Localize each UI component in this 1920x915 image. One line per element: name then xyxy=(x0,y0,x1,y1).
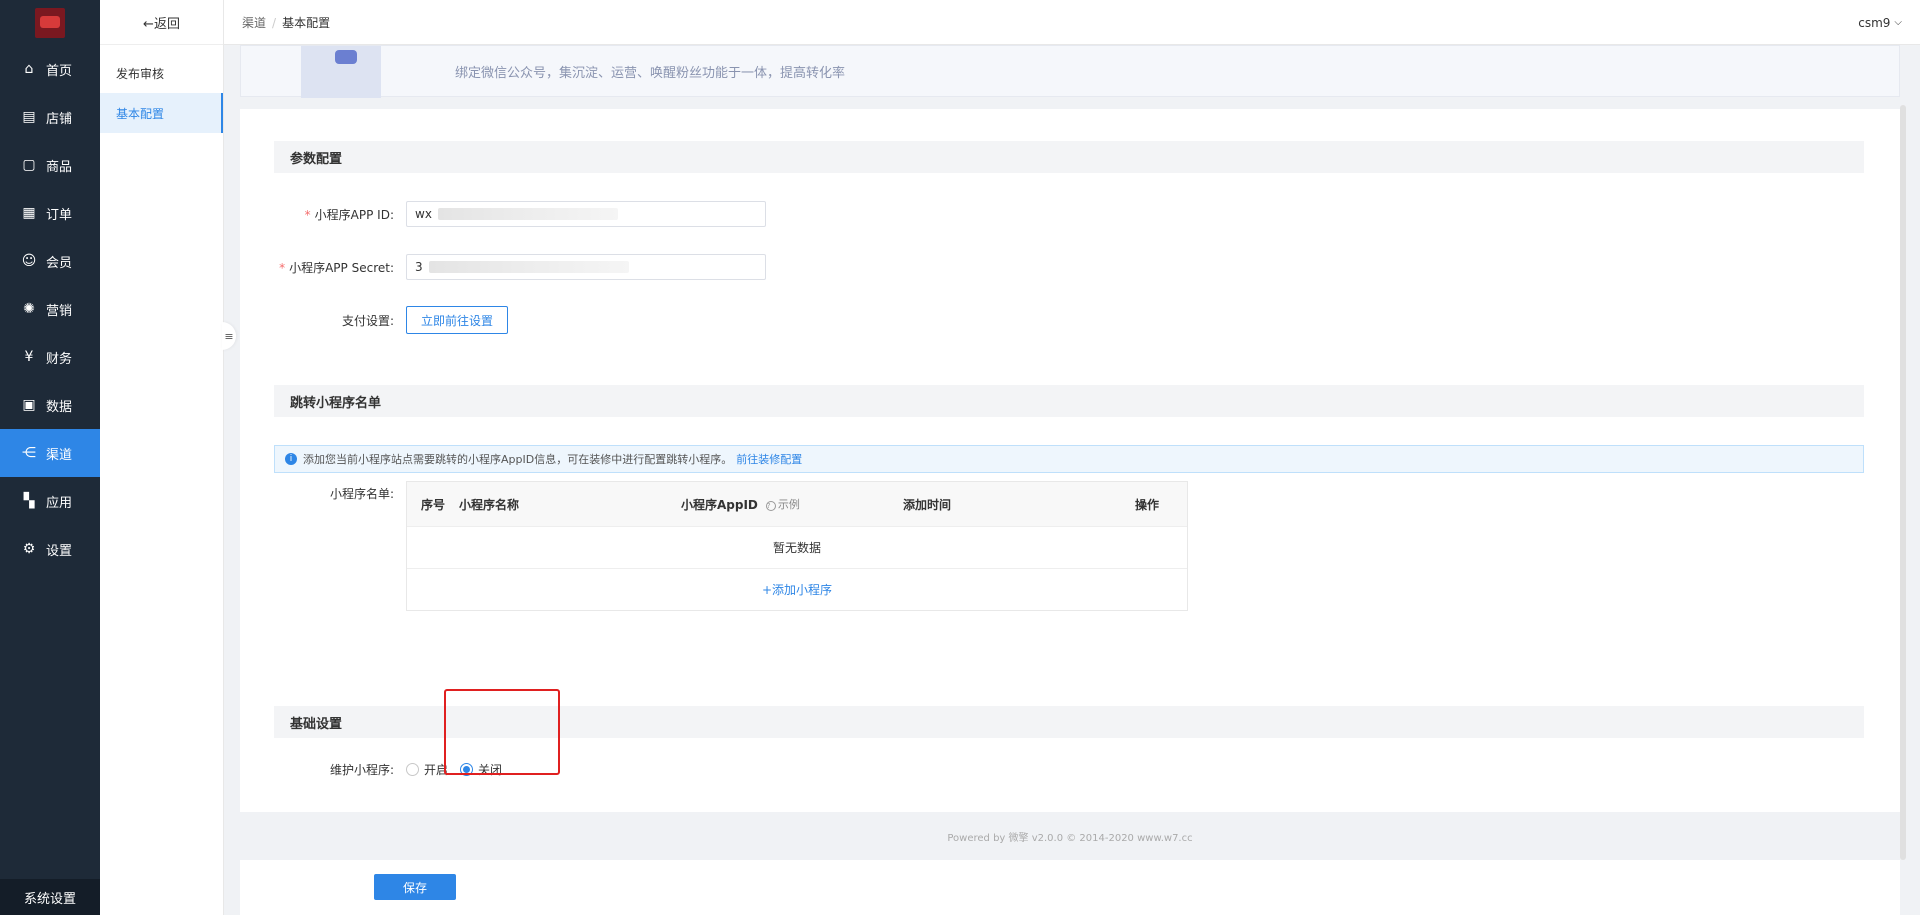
column-header: 序号 xyxy=(421,497,446,512)
column-header: 小程序名称 xyxy=(459,497,520,512)
breadcrumb: 渠道 / 基本配置 xyxy=(242,14,330,31)
app-icon: ▚ xyxy=(23,493,35,509)
radio-circle xyxy=(406,763,419,776)
nav-item-label: 渠道 xyxy=(46,447,73,463)
nav-item-marketing[interactable]: ✺ 营销 xyxy=(0,285,100,333)
nav-item-goods[interactable]: ▢ 商品 xyxy=(0,141,100,189)
banner-text: 绑定微信公众号，集沉淀、运营、唤醒粉丝功能于一体，提高转化率 xyxy=(455,66,846,81)
appid-value: wx xyxy=(415,207,432,221)
main-nav: ⌂ 首页 ▤ 店铺 ▢ 商品 ▦ 订单 ☺ 会员 ✺ 营销 ¥ 财务 ▣ 数据 ⋲ 渠道 ▚ 应用 … xyxy=(0,0,100,915)
marketing-icon: ✺ xyxy=(23,301,35,317)
powered-by-footer: Powered by 微擎 v2.0.0 © 2014-2020 www.w7.… xyxy=(947,833,1193,844)
subnav-item-basic-config[interactable]: 基本配置 xyxy=(100,93,223,133)
section-title-jump: 跳转小程序名单 xyxy=(274,385,1864,417)
nav-item-label: 应用 xyxy=(46,495,73,511)
masked-value xyxy=(428,261,629,273)
nav-item-label: 首页 xyxy=(46,63,73,79)
nav-item-label: 店铺 xyxy=(46,111,73,127)
breadcrumb-item-current: 基本配置 xyxy=(282,15,331,30)
nav-item-label: 财务 xyxy=(46,351,73,367)
secret-label: * 小程序APP Secret: xyxy=(279,260,394,275)
data-icon: ▣ xyxy=(22,397,36,413)
chevron-down-icon: ⌵ xyxy=(1894,17,1902,28)
radio-open[interactable]: 开启 xyxy=(406,761,448,778)
empty-row: 暂无数据 xyxy=(407,526,1187,568)
pay-row: 支付设置: 立即前往设置 xyxy=(254,306,509,334)
secret-input[interactable]: 3 xyxy=(406,254,766,280)
home-icon: ⌂ xyxy=(24,61,34,77)
logo[interactable] xyxy=(0,0,100,45)
info-icon: i xyxy=(285,453,297,465)
breadcrumb-separator: / xyxy=(272,15,277,30)
settings-icon: ⚙ xyxy=(22,541,36,557)
finance-icon: ¥ xyxy=(24,349,34,365)
secret-value: 3 xyxy=(415,260,423,274)
scrollbar[interactable] xyxy=(1900,105,1906,860)
nav-item-label: 营销 xyxy=(46,303,73,319)
info-text: 添加您当前小程序站点需要跳转的小程序AppID信息，可在装修中进行配置跳转小程序… xyxy=(303,453,733,466)
collapse-menu-icon[interactable]: ≡ xyxy=(222,322,236,350)
add-miniprogram-button[interactable]: +添加小程序 xyxy=(407,568,1187,610)
list-label-row: 小程序名单: xyxy=(254,485,406,502)
column-header: 添加时间 xyxy=(903,497,952,512)
nav-item-label: 会员 xyxy=(46,255,73,271)
channel-banner: 绑定微信公众号，集沉淀、运营、唤醒粉丝功能于一体，提高转化率 xyxy=(240,45,1900,98)
username: csm9 xyxy=(1858,15,1891,30)
required-mark: * xyxy=(304,207,311,222)
nav-item-data[interactable]: ▣ 数据 xyxy=(0,381,100,429)
back-button[interactable]: ←返回 xyxy=(100,0,223,45)
column-header: 小程序AppID? 示例 xyxy=(681,496,800,512)
breadcrumb-item-channel[interactable]: 渠道 xyxy=(242,16,266,30)
appid-row: * 小程序APP ID: wx xyxy=(254,201,766,227)
member-icon: ☺ xyxy=(21,253,37,269)
appid-label: * 小程序APP ID: xyxy=(304,207,394,222)
user-menu[interactable]: csm9 ⌵ xyxy=(1858,0,1902,45)
top-header: 渠道 / 基本配置 csm9 ⌵ xyxy=(224,0,1920,45)
nav-item-label: 设置 xyxy=(46,543,73,559)
nav-item-finance[interactable]: ¥ 财务 xyxy=(0,333,100,381)
order-icon: ▦ xyxy=(22,205,36,221)
sub-nav: ←返回 发布审核 基本配置 xyxy=(100,0,224,915)
nav-item-app[interactable]: ▚ 应用 xyxy=(0,477,100,525)
highlight-annotation-box xyxy=(444,689,560,775)
bottom-action-bar: 保存 xyxy=(240,860,1900,915)
nav-list: ⌂ 首页 ▤ 店铺 ▢ 商品 ▦ 订单 ☺ 会员 ✺ 营销 ¥ 财务 ▣ 数据 ⋲ 渠道 ▚ 应用 … xyxy=(0,45,100,573)
subnav-item-publish-review[interactable]: 发布审核 xyxy=(100,53,223,93)
nav-item-member[interactable]: ☺ 会员 xyxy=(0,237,100,285)
go-decoration-link[interactable]: 前往装修配置 xyxy=(736,451,802,467)
required-mark: * xyxy=(279,260,286,275)
store-icon: ▤ xyxy=(22,109,36,125)
nav-item-label: 订单 xyxy=(46,207,73,223)
list-label: 小程序名单: xyxy=(329,487,394,501)
miniprogram-table: 序号 小程序名称 小程序AppID? 示例 添加时间 操作 暂无数据 +添加小程序 xyxy=(406,481,1188,611)
system-settings-button[interactable]: 系统设置 xyxy=(0,879,100,915)
question-icon: ? xyxy=(765,501,776,511)
info-alert: i 添加您当前小程序站点需要跳转的小程序AppID信息，可在装修中进行配置跳转小… xyxy=(274,445,1864,473)
masked-value xyxy=(437,208,618,220)
go-pay-settings-button[interactable]: 立即前往设置 xyxy=(406,306,509,334)
secret-row: * 小程序APP Secret: 3 xyxy=(254,254,766,280)
main-content: 绑定微信公众号，集沉淀、运营、唤醒粉丝功能于一体，提高转化率 参数配置 * 小程序… xyxy=(240,45,1900,915)
maintain-label: 维护小程序: xyxy=(329,763,394,777)
logo-image xyxy=(35,7,65,38)
table-header: 序号 小程序名称 小程序AppID? 示例 添加时间 操作 xyxy=(407,482,1187,526)
appid-input[interactable]: wx xyxy=(406,201,766,227)
pay-label: 支付设置: xyxy=(341,313,394,328)
section-title-params: 参数配置 xyxy=(274,141,1864,173)
column-header: 操作 xyxy=(1135,497,1160,512)
channel-icon: ⋲ xyxy=(22,445,36,461)
nav-item-order[interactable]: ▦ 订单 xyxy=(0,189,100,237)
save-button[interactable]: 保存 xyxy=(374,874,456,900)
banner-illustration xyxy=(301,46,381,98)
example-hint[interactable]: ? 示例 xyxy=(765,496,800,512)
nav-item-store[interactable]: ▤ 店铺 xyxy=(0,93,100,141)
nav-item-home[interactable]: ⌂ 首页 xyxy=(0,45,100,93)
goods-icon: ▢ xyxy=(22,157,36,173)
nav-item-settings[interactable]: ⚙ 设置 xyxy=(0,525,100,573)
nav-item-label: 商品 xyxy=(46,159,73,175)
nav-item-channel[interactable]: ⋲ 渠道 xyxy=(0,429,100,477)
nav-item-label: 数据 xyxy=(46,399,73,415)
